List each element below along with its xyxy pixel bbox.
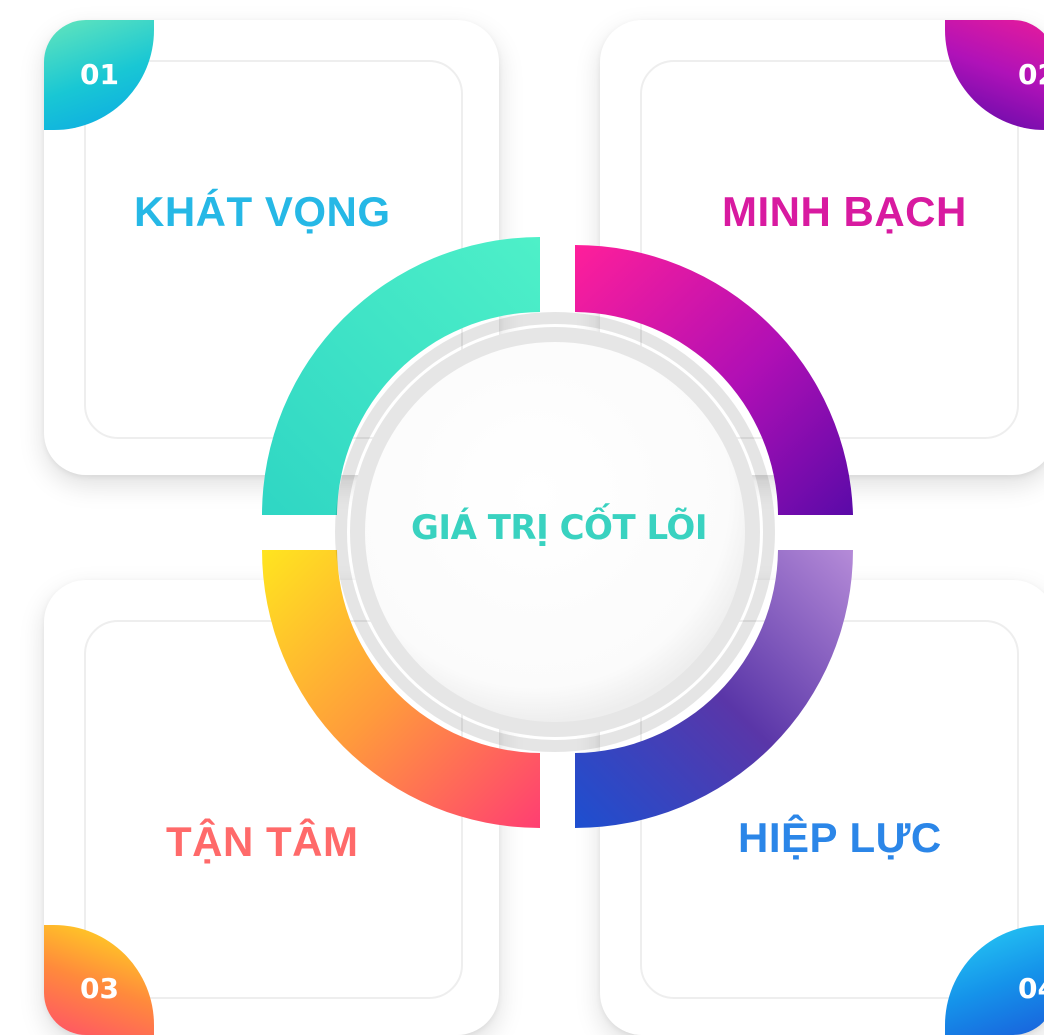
core-values-diagram: 01 02 03 04 [0, 0, 1044, 1035]
value-label-03: TẬN TÂM [166, 818, 359, 865]
value-label-01: KHÁT VỌNG [134, 188, 391, 235]
value-label-04: HIỆP LỰC [738, 814, 942, 861]
core-values-title: GIÁ TRỊ CỐT LÕI [411, 508, 707, 548]
value-label-02: MINH BẠCH [722, 188, 967, 235]
